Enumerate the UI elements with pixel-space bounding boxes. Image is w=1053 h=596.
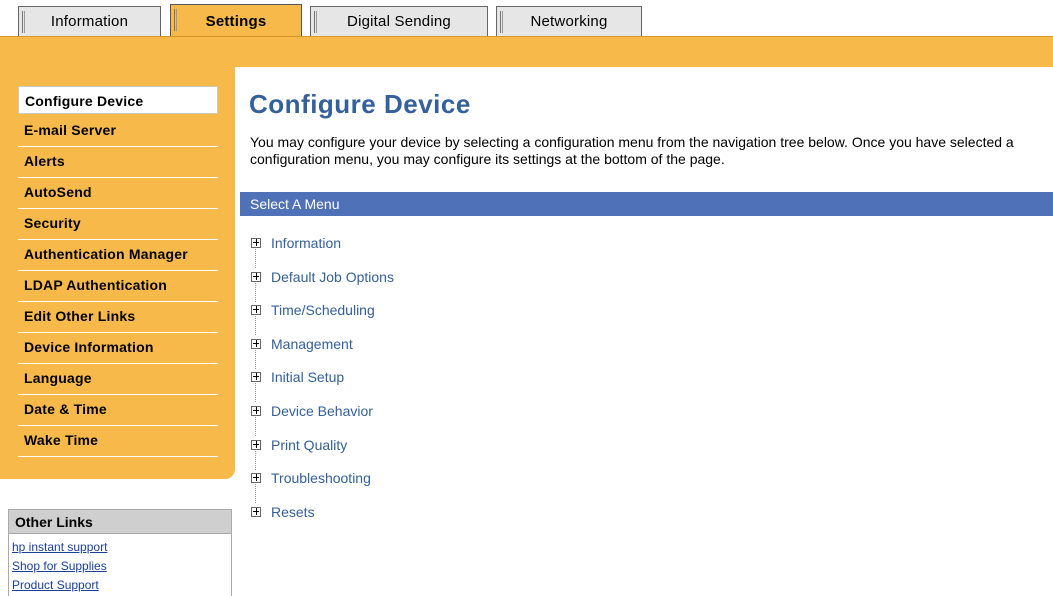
main-content: Configure Device You may configure your … <box>235 67 1053 596</box>
sidebar-item-wake-time[interactable]: Wake Time <box>18 426 218 457</box>
tree-item-initial-setup[interactable]: Initial Setup <box>251 368 394 403</box>
sidebar: Configure Device E-mail Server Alerts Au… <box>0 67 235 479</box>
link-hp-instant-support[interactable]: hp instant support <box>12 538 231 557</box>
expand-icon[interactable] <box>251 271 261 282</box>
tree-item-label[interactable]: Print Quality <box>271 436 347 454</box>
sidebar-item-date-time[interactable]: Date & Time <box>18 395 218 426</box>
tab-label: Information <box>50 13 129 30</box>
tab-networking[interactable]: Networking <box>496 6 642 36</box>
tree-connector <box>255 282 256 302</box>
sidebar-item-autosend[interactable]: AutoSend <box>18 178 218 209</box>
tab-label: Settings <box>205 13 267 30</box>
tab-notch-icon <box>22 11 25 33</box>
expand-icon[interactable] <box>251 305 261 316</box>
tree-item-label[interactable]: Troubleshooting <box>271 469 371 487</box>
sidebar-item-device-information[interactable]: Device Information <box>18 333 218 364</box>
tree-item-troubleshooting[interactable]: Troubleshooting <box>251 469 394 504</box>
header-band <box>0 36 1053 67</box>
other-links-panel: Other Links hp instant support Shop for … <box>8 509 232 596</box>
tree-connector <box>255 450 256 470</box>
tree-connector <box>255 416 256 436</box>
tree-item-label[interactable]: Information <box>271 234 341 252</box>
page-description: You may configure your device by selecti… <box>250 134 1014 167</box>
tab-notch-icon <box>174 9 177 31</box>
page-title: Configure Device <box>249 89 471 119</box>
tree-item-default-job-options[interactable]: Default Job Options <box>251 268 394 302</box>
tree-item-label[interactable]: Initial Setup <box>271 368 344 386</box>
tab-bar: Information Settings Digital Sending Net… <box>0 0 1053 38</box>
tree-item-label[interactable]: Time/Scheduling <box>271 301 375 319</box>
sidebar-list: Configure Device E-mail Server Alerts Au… <box>18 86 218 457</box>
tree-connector <box>255 484 256 504</box>
tab-label: Networking <box>530 13 608 30</box>
sidebar-item-configure-device[interactable]: Configure Device <box>18 86 218 114</box>
sidebar-item-alerts[interactable]: Alerts <box>18 147 218 178</box>
tab-notch-icon <box>500 11 503 33</box>
expand-icon[interactable] <box>251 338 261 349</box>
sidebar-item-authentication-manager[interactable]: Authentication Manager <box>18 240 218 271</box>
tree-item-label[interactable]: Resets <box>271 503 315 521</box>
sidebar-item-language[interactable]: Language <box>18 364 218 395</box>
expand-icon[interactable] <box>251 439 261 450</box>
tree-item-label[interactable]: Default Job Options <box>271 268 394 286</box>
link-shop-for-supplies[interactable]: Shop for Supplies <box>12 557 231 576</box>
tree-connector <box>255 249 256 268</box>
tree-item-label[interactable]: Device Behavior <box>271 402 373 420</box>
expand-icon[interactable] <box>251 473 261 484</box>
tree-connector <box>255 349 256 369</box>
expand-icon[interactable] <box>251 506 261 517</box>
other-links-title: Other Links <box>9 510 231 534</box>
tree-connector <box>255 316 256 336</box>
tree-item-time-scheduling[interactable]: Time/Scheduling <box>251 301 394 336</box>
link-product-support[interactable]: Product Support <box>12 576 231 595</box>
expand-icon[interactable] <box>251 372 261 383</box>
sidebar-item-ldap-authentication[interactable]: LDAP Authentication <box>18 271 218 302</box>
tab-label: Digital Sending <box>347 13 451 30</box>
other-links-list: hp instant support Shop for Supplies Pro… <box>9 534 231 595</box>
tree-item-information[interactable]: Information <box>251 234 394 268</box>
tree-item-management[interactable]: Management <box>251 335 394 369</box>
expand-icon[interactable] <box>251 405 261 416</box>
expand-icon[interactable] <box>251 238 261 248</box>
tab-notch-icon <box>314 11 317 33</box>
tab-information[interactable]: Information <box>18 6 161 36</box>
tree-connector <box>255 383 256 403</box>
sidebar-item-edit-other-links[interactable]: Edit Other Links <box>18 302 218 333</box>
sidebar-item-email-server[interactable]: E-mail Server <box>18 116 218 147</box>
menu-header: Select A Menu <box>240 192 1053 216</box>
sidebar-item-security[interactable]: Security <box>18 209 218 240</box>
tree-item-label[interactable]: Management <box>271 335 353 353</box>
tab-digital-sending[interactable]: Digital Sending <box>310 6 488 36</box>
tab-settings[interactable]: Settings <box>170 4 302 38</box>
navigation-tree: Information Default Job Options Time/Sch… <box>251 234 394 536</box>
tree-item-resets[interactable]: Resets <box>251 503 394 537</box>
tree-item-print-quality[interactable]: Print Quality <box>251 436 394 470</box>
tree-item-device-behavior[interactable]: Device Behavior <box>251 402 394 436</box>
